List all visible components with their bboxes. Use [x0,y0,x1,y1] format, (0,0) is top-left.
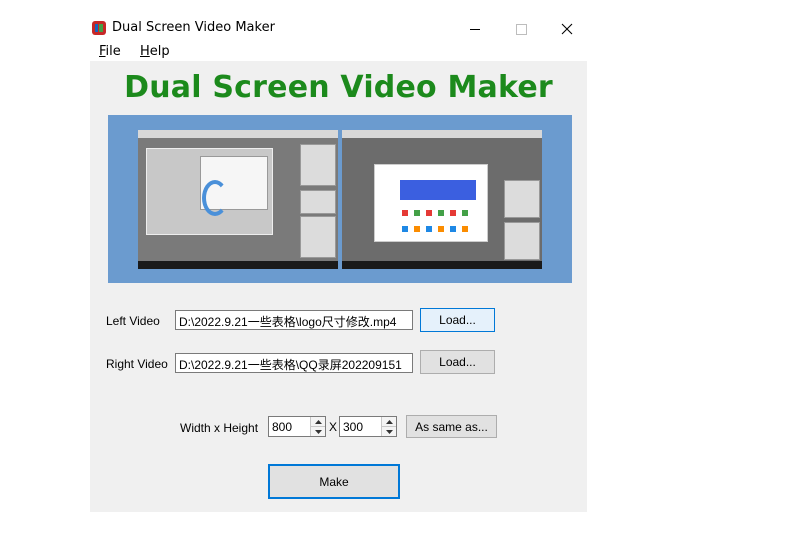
preview-side-panel [300,190,336,214]
right-video-preview [342,130,542,269]
preview-taskbar [138,261,338,269]
spin-up-icon[interactable] [311,417,325,426]
preview-toolbar [342,130,542,138]
size-label: Width x Height [180,421,259,435]
height-value[interactable]: 300 [343,420,363,434]
menu-help-label: elp [149,44,170,59]
right-video-path-field[interactable]: D:\2022.9.21一些表格\QQ录屏202209151 [175,353,413,373]
preview-side-panel [504,222,540,260]
menu-file-label: ile [105,44,121,59]
preview-icons [402,210,474,216]
left-video-path-field[interactable]: D:\2022.9.21一些表格\logo尺寸修改.mp4 [175,310,413,330]
left-video-preview [138,130,338,269]
maximize-button[interactable] [498,14,544,44]
spin-down-icon[interactable] [311,426,325,436]
preview-banner [400,180,476,200]
size-separator: X [329,420,338,434]
load-right-video-button[interactable]: Load... [420,350,495,374]
left-video-label: Left Video [106,314,160,328]
menu-help[interactable]: Help [140,44,170,59]
spin-up-icon[interactable] [382,417,396,426]
width-value[interactable]: 800 [272,420,292,434]
maximize-icon [515,23,527,35]
preview-icons [402,226,474,232]
make-button[interactable]: Make [268,464,400,499]
preview-taskbar [342,261,542,269]
preview-side-panel [300,216,336,258]
menu-file[interactable]: File [99,44,121,59]
minimize-icon [470,28,480,30]
app-icon [92,21,106,35]
preview-spinner [202,180,228,216]
preview-side-panel [300,144,336,186]
load-left-video-button[interactable]: Load... [420,308,495,332]
right-video-label: Right Video [106,357,168,371]
window-title: Dual Screen Video Maker [112,20,275,35]
close-icon [561,23,573,35]
spin-down-icon[interactable] [382,426,396,436]
preview-toolbar [138,130,338,138]
same-as-button[interactable]: As same as... [406,415,497,438]
width-stepper[interactable]: 800 [268,416,326,437]
height-stepper[interactable]: 300 [339,416,397,437]
preview-side-panel [504,180,540,218]
close-button[interactable] [544,14,590,44]
page-title: Dual Screen Video Maker [124,70,553,105]
menu-help-accel: H [140,44,150,59]
minimize-button[interactable] [452,14,498,44]
